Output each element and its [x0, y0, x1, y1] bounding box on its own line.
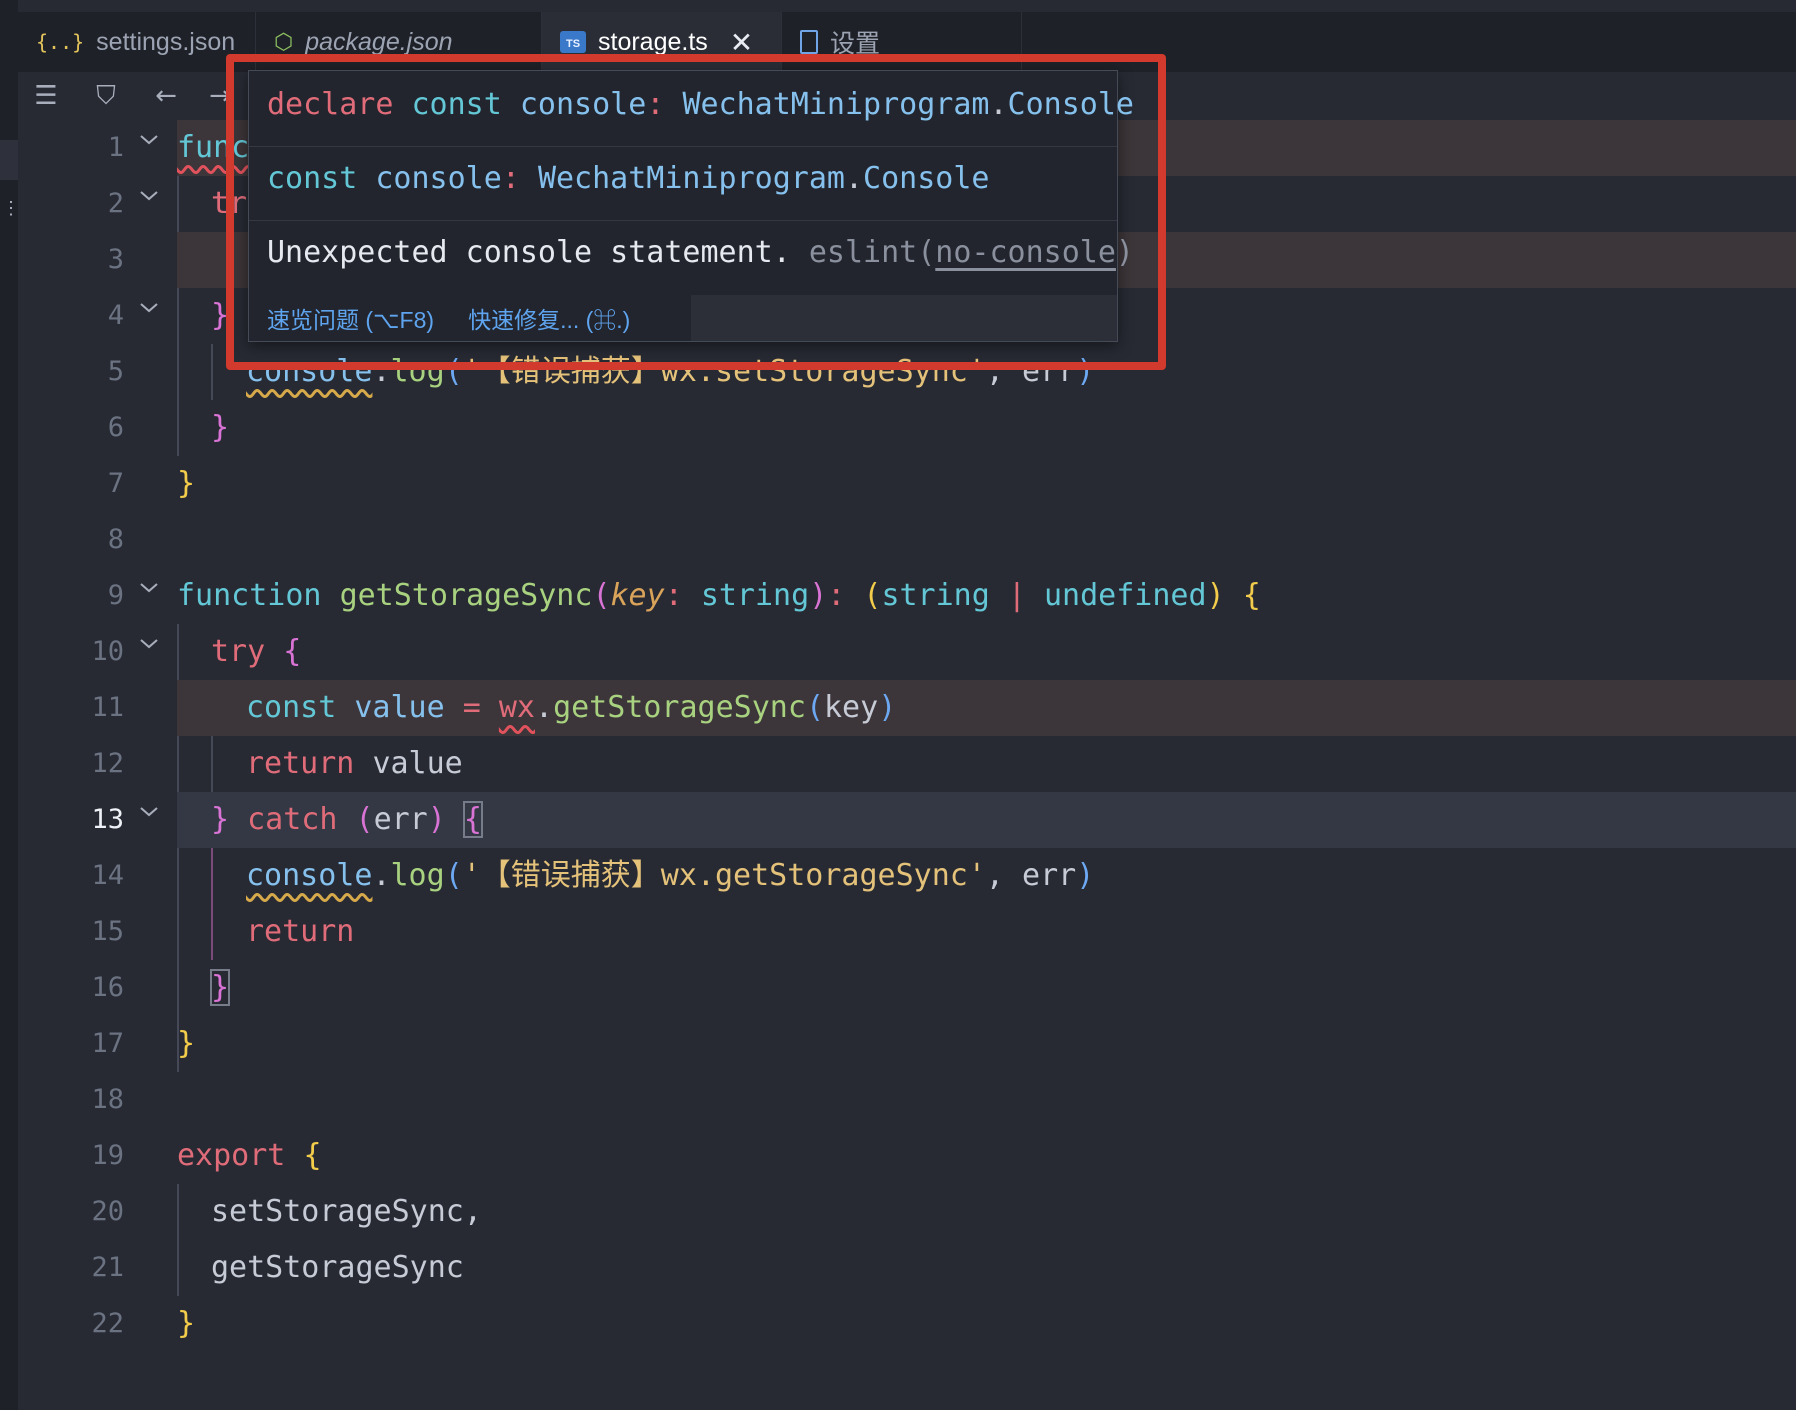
- activity-strip: ⋮: [0, 0, 20, 1410]
- code-text: }: [211, 410, 230, 445]
- code-line-17[interactable]: 17 }: [18, 1016, 1796, 1072]
- line-number: 17: [91, 1028, 124, 1059]
- line-number: 7: [107, 468, 124, 499]
- code-text: console.log('【错误捕获】wx.getStorageSync', e…: [246, 858, 1095, 893]
- line-number: 8: [107, 524, 124, 555]
- line-number: 10: [91, 636, 124, 667]
- fold-chevron-icon[interactable]: [137, 632, 161, 656]
- matched-bracket: }: [209, 969, 231, 1006]
- line-number: 9: [107, 580, 124, 611]
- code-line-22[interactable]: 22 }: [18, 1296, 1796, 1352]
- fold-chevron-icon[interactable]: [137, 296, 161, 320]
- line-number: 12: [91, 748, 124, 779]
- line-number: 15: [91, 916, 124, 947]
- fold-chevron-icon[interactable]: [137, 800, 161, 824]
- code-line-9[interactable]: 9 function getStorageSync(key: string): …: [18, 568, 1796, 624]
- line-number: 4: [107, 300, 124, 331]
- code-line-16[interactable]: 16 }: [18, 960, 1796, 1016]
- matched-bracket: {: [462, 801, 483, 838]
- code-line-20[interactable]: 20 setStorageSync,: [18, 1184, 1796, 1240]
- line-number: 20: [91, 1196, 124, 1227]
- bookmark-icon[interactable]: ⛉: [90, 80, 122, 112]
- code-text: }: [177, 1306, 196, 1341]
- line-number: 11: [91, 692, 124, 723]
- code-line-13[interactable]: 13 } catch (err) {: [18, 792, 1796, 848]
- code-text: }: [177, 466, 196, 501]
- tab-settings-json[interactable]: {..} settings.json: [18, 12, 256, 72]
- line-number: 2: [107, 188, 124, 219]
- line-number-active: 13: [91, 804, 124, 835]
- file-icon: [800, 30, 818, 54]
- outline-list-icon[interactable]: ☰: [30, 80, 62, 112]
- code-text: getStorageSync: [211, 1250, 464, 1285]
- fold-chevron-icon[interactable]: [137, 576, 161, 600]
- annotation-highlight-box: [226, 54, 1166, 370]
- code-line-8[interactable]: 8: [18, 512, 1796, 568]
- code-line-10[interactable]: 10 try {: [18, 624, 1796, 680]
- line-number: 3: [107, 244, 124, 275]
- line-number: 6: [107, 412, 124, 443]
- fold-chevron-icon[interactable]: [137, 128, 161, 152]
- active-indicator: [0, 140, 18, 180]
- code-line-15[interactable]: 15 return: [18, 904, 1796, 960]
- code-line-7[interactable]: 7 }: [18, 456, 1796, 512]
- code-line-11[interactable]: 11 const value = wx.getStorageSync(key): [18, 680, 1796, 736]
- line-number: 19: [91, 1140, 124, 1171]
- line-number: 1: [107, 132, 124, 163]
- typescript-icon: TS: [560, 31, 586, 53]
- line-number: 16: [91, 972, 124, 1003]
- line-number: 14: [91, 860, 124, 891]
- line-number: 18: [91, 1084, 124, 1115]
- code-line-14[interactable]: 14 console.log('【错误捕获】wx.getStorageSync'…: [18, 848, 1796, 904]
- line-number: 21: [91, 1252, 124, 1283]
- code-text: return: [246, 914, 355, 949]
- code-text: try {: [211, 634, 302, 669]
- json-braces-icon: {..}: [36, 30, 85, 54]
- fold-chevron-icon[interactable]: [137, 184, 161, 208]
- nodejs-icon: ⬡: [274, 29, 294, 54]
- code-text: } catch (err) {: [211, 801, 483, 838]
- back-arrow-icon[interactable]: ←: [150, 80, 182, 112]
- line-number: 5: [107, 356, 124, 387]
- tab-label: settings.json: [96, 27, 236, 56]
- code-text: return value: [246, 746, 463, 781]
- code-text: export {: [177, 1138, 322, 1173]
- code-line-6[interactable]: 6 }: [18, 400, 1796, 456]
- code-line-19[interactable]: 19 export {: [18, 1128, 1796, 1184]
- code-line-18[interactable]: 18: [18, 1072, 1796, 1128]
- code-text: setStorageSync,: [211, 1194, 482, 1229]
- code-text: }: [177, 1026, 196, 1061]
- line-number: 22: [91, 1308, 124, 1339]
- code-text: const value = wx.getStorageSync(key): [246, 690, 897, 725]
- code-text: }: [209, 960, 231, 1016]
- code-line-21[interactable]: 21 getStorageSync: [18, 1240, 1796, 1296]
- tab-label: package.json: [305, 27, 453, 56]
- code-text: function getStorageSync(key: string): (s…: [177, 578, 1261, 613]
- code-line-12[interactable]: 12 return value: [18, 736, 1796, 792]
- tab-label: storage.ts: [598, 27, 708, 56]
